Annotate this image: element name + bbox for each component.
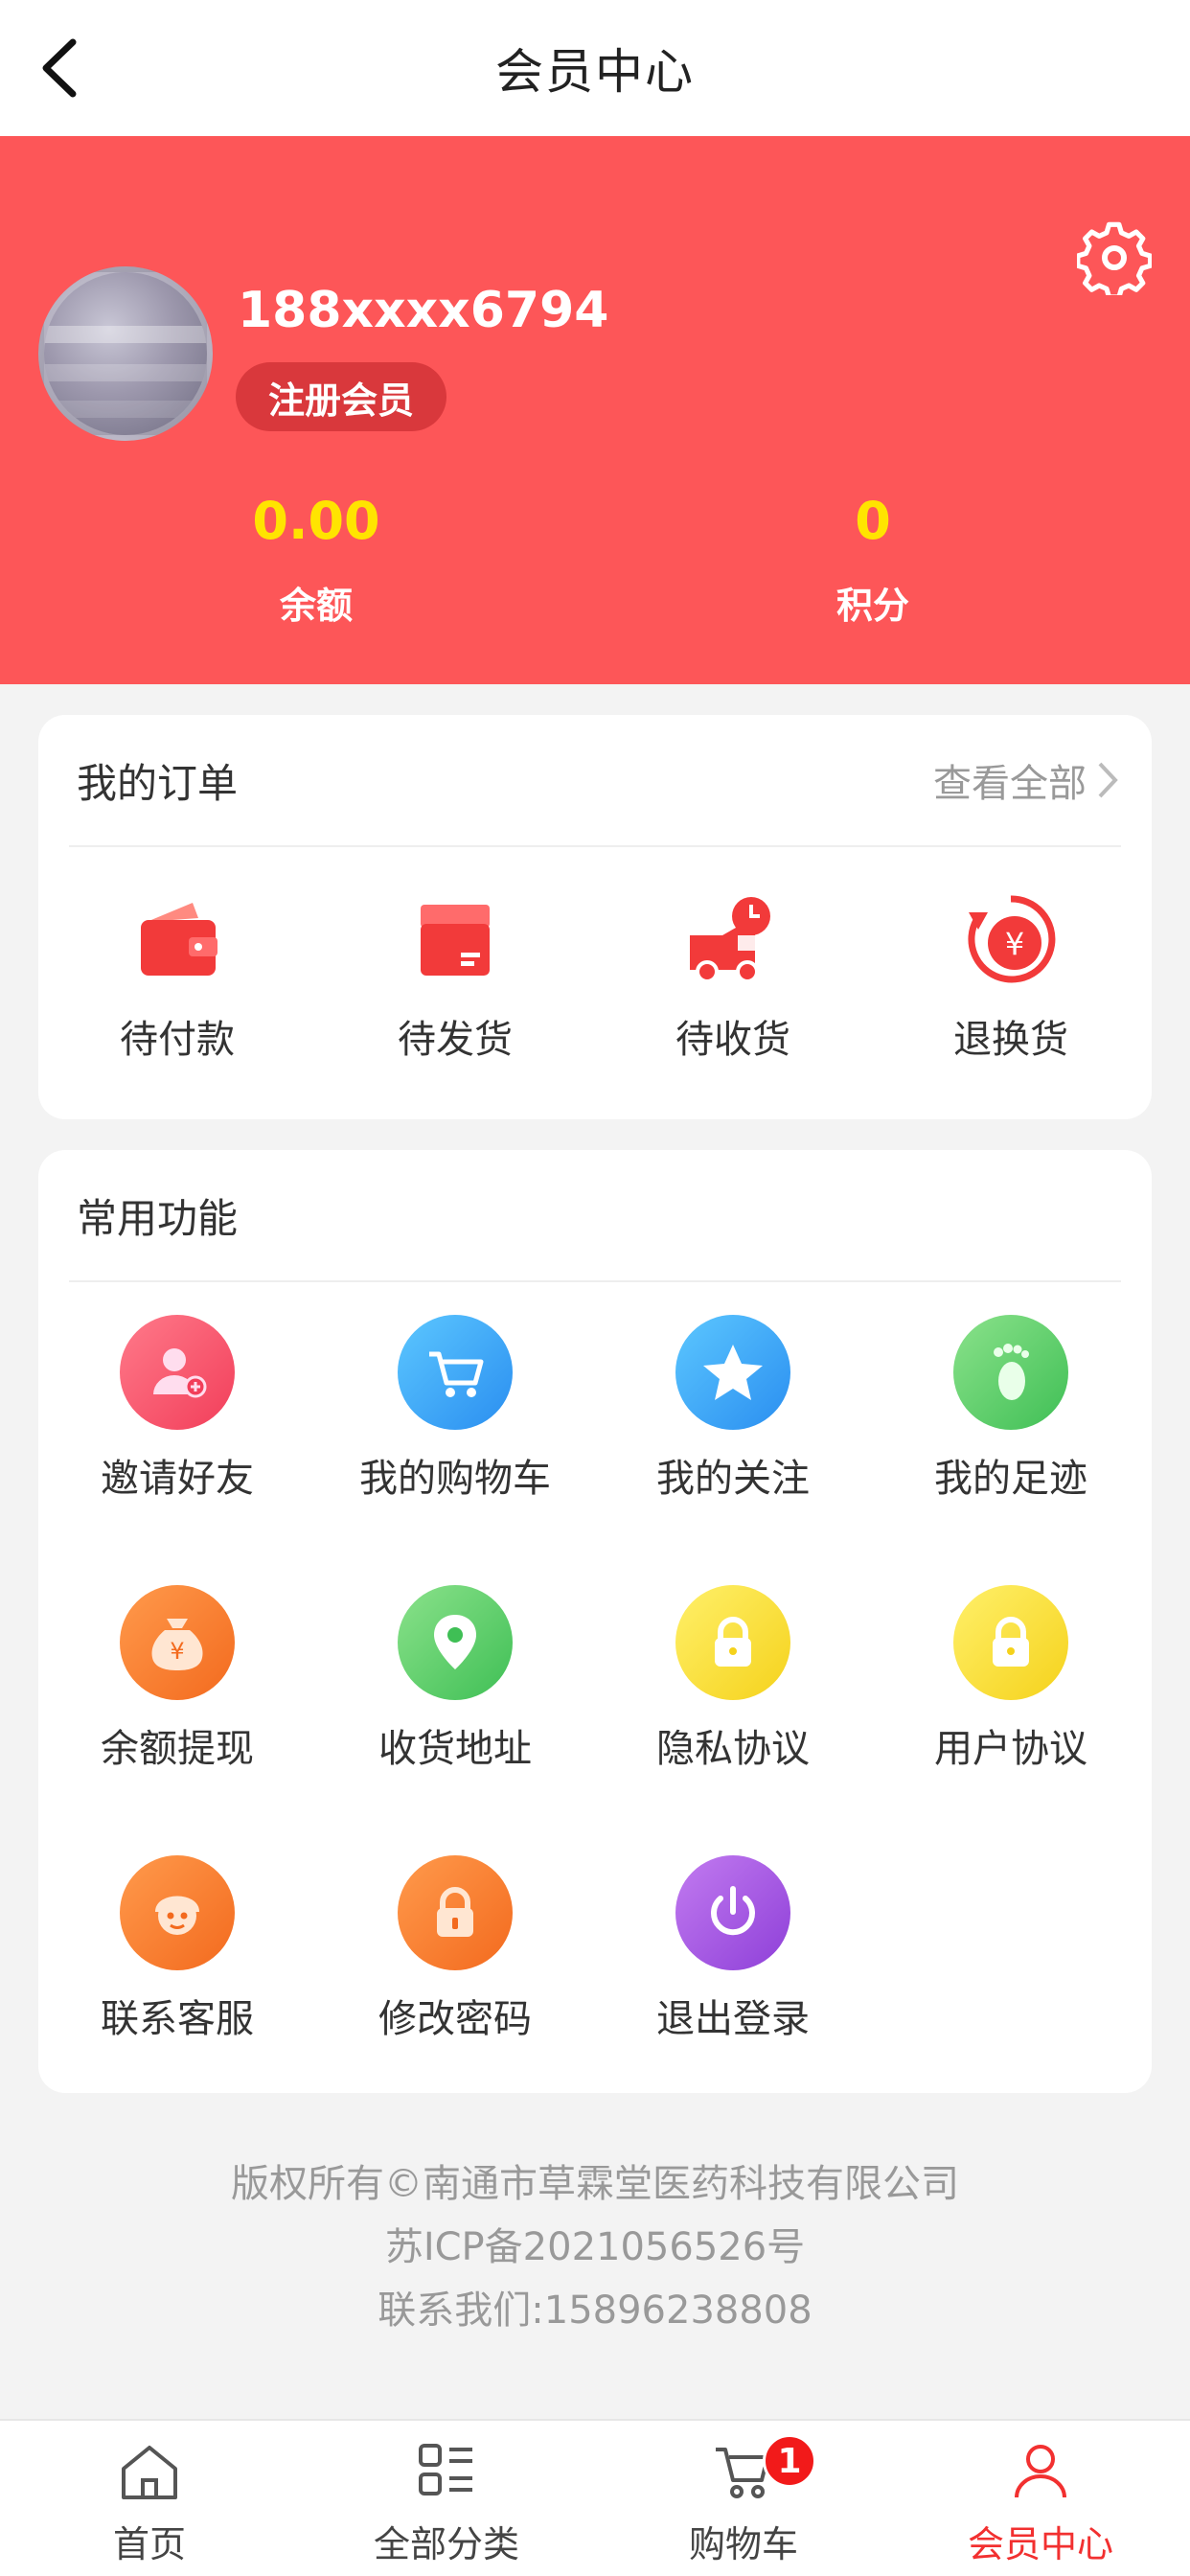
back-arrow-icon[interactable] [34, 34, 88, 102]
footprint-icon [953, 1315, 1068, 1430]
order-item-label: 退换货 [953, 1018, 1068, 1062]
function-my-follows[interactable]: 我的关注 [594, 1315, 872, 1503]
function-invite-friends[interactable]: 邀请好友 [38, 1315, 316, 1503]
function-withdraw-balance[interactable]: ¥ 余额提现 [38, 1585, 316, 1773]
location-pin-icon [398, 1585, 513, 1700]
money-bag-icon: ¥ [120, 1585, 235, 1700]
points-stat[interactable]: 0 积分 [729, 491, 1017, 629]
power-icon [675, 1855, 790, 1970]
password-lock-icon [398, 1855, 513, 1970]
functions-title: 常用功能 [77, 1194, 239, 1242]
function-label: 修改密码 [378, 1997, 532, 2041]
user-phone: 188xxxx6794 [238, 282, 609, 339]
top-bar: 会员中心 [0, 0, 1190, 136]
lock-icon [675, 1585, 790, 1700]
star-icon [675, 1315, 790, 1430]
balance-label: 余额 [279, 585, 353, 627]
functions-card: 常用功能 邀请好友 我的购物车 我的关注 我的足迹 ¥ 余额提现 收货地址 隐私… [38, 1150, 1152, 2093]
footer-copyright: 版权所有©南通市草霖堂医药科技有限公司 [231, 2162, 959, 2206]
customer-service-icon [120, 1855, 235, 1970]
footer-contact[interactable]: 联系我们:15896238808 [0, 2279, 1190, 2342]
bottom-tab-bar: 首页 全部分类 1 购物车 会员中心 [0, 2419, 1190, 2576]
function-my-cart[interactable]: 我的购物车 [316, 1315, 594, 1503]
balance-value: 0.00 [252, 491, 380, 551]
order-item-refund[interactable]: ¥ 退换货 [872, 891, 1150, 1064]
order-item-label: 待发货 [398, 1018, 513, 1062]
cart-icon [398, 1315, 513, 1430]
svg-text:¥: ¥ [170, 1638, 184, 1665]
order-item-pending-receipt[interactable]: 待收货 [594, 891, 872, 1064]
category-icon [419, 2444, 472, 2496]
balance-stat[interactable]: 0.00 余额 [172, 491, 460, 629]
profile-header: 188xxxx6794 注册会员 0.00 余额 0 积分 [0, 136, 1190, 684]
user-icon [1015, 2445, 1066, 2498]
wallet-icon [141, 903, 217, 976]
function-label: 邀请好友 [101, 1457, 254, 1501]
orders-card: 我的订单 查看全部 待付款 待发货 待收货 ¥ 退换货 [38, 715, 1152, 1119]
box-icon [421, 905, 490, 976]
home-icon [122, 2446, 177, 2499]
function-change-password[interactable]: 修改密码 [316, 1855, 594, 2043]
member-level-badge: 注册会员 [236, 362, 447, 431]
function-my-footprint[interactable]: 我的足迹 [872, 1315, 1150, 1503]
chevron-right-icon [1098, 762, 1118, 798]
lock-icon [953, 1585, 1068, 1700]
points-label: 积分 [835, 585, 909, 627]
order-item-label: 待收货 [675, 1018, 790, 1062]
function-label: 我的足迹 [934, 1457, 1087, 1501]
tab-home[interactable]: 首页 [34, 2440, 264, 2567]
avatar[interactable] [38, 266, 213, 441]
page-title: 会员中心 [495, 44, 695, 100]
function-shipping-address[interactable]: 收货地址 [316, 1585, 594, 1773]
tab-label: 会员中心 [967, 2523, 1113, 2565]
tab-label: 首页 [112, 2523, 186, 2565]
order-item-label: 待付款 [120, 1018, 235, 1062]
refund-yen-icon: ¥ [968, 895, 1056, 983]
orders-card-header: 我的订单 查看全部 [69, 715, 1121, 847]
tab-cart[interactable]: 1 购物车 [629, 2434, 858, 2567]
settings-gear-icon[interactable] [1077, 220, 1152, 295]
function-customer-service[interactable]: 联系客服 [38, 1855, 316, 2043]
points-value: 0 [855, 491, 891, 551]
tab-label: 购物车 [688, 2523, 798, 2565]
function-privacy-policy[interactable]: 隐私协议 [594, 1585, 872, 1773]
functions-card-header: 常用功能 [69, 1150, 1121, 1282]
tab-member-center[interactable]: 会员中心 [926, 2440, 1156, 2567]
cart-count-badge: 1 [763, 2434, 816, 2488]
view-all-label: 查看全部 [933, 762, 1087, 806]
function-user-agreement[interactable]: 用户协议 [872, 1585, 1150, 1773]
function-label: 余额提现 [101, 1727, 254, 1771]
footer-info: 版权所有©南通市草霖堂医药科技有限公司 苏ICP备2021056526号 联系我… [0, 2152, 1190, 2342]
function-logout[interactable]: 退出登录 [594, 1855, 872, 2043]
footer-icp[interactable]: 苏ICP备2021056526号 [0, 2216, 1190, 2279]
function-label: 隐私协议 [656, 1727, 810, 1771]
function-label: 退出登录 [656, 1997, 810, 2041]
order-item-pending-payment[interactable]: 待付款 [38, 891, 316, 1064]
function-label: 我的购物车 [359, 1457, 551, 1501]
tab-label: 全部分类 [373, 2523, 519, 2565]
function-label: 联系客服 [101, 1997, 254, 2041]
function-label: 我的关注 [656, 1457, 810, 1501]
add-user-icon [120, 1315, 235, 1430]
delivery-truck-icon [690, 897, 770, 983]
view-all-orders-link[interactable]: 查看全部 [933, 752, 1121, 808]
function-label: 用户协议 [934, 1727, 1087, 1771]
order-item-pending-shipment[interactable]: 待发货 [316, 891, 594, 1064]
tab-categories[interactable]: 全部分类 [332, 2440, 561, 2567]
orders-title: 我的订单 [77, 759, 239, 807]
function-label: 收货地址 [378, 1727, 532, 1771]
svg-text:¥: ¥ [1005, 926, 1024, 962]
